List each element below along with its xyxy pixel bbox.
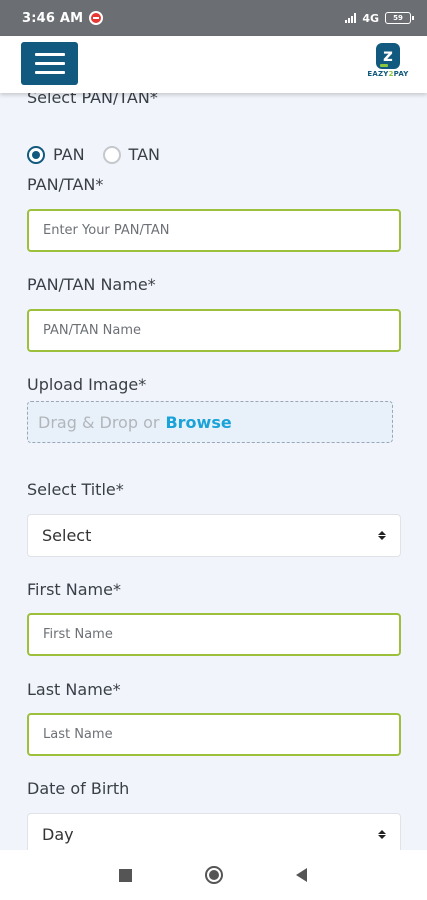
menu-line-icon (34, 71, 65, 74)
back-icon (296, 868, 307, 882)
status-indicators: 4G 59 (345, 11, 414, 25)
app-logo[interactable]: z EAZY2PAY (365, 43, 411, 87)
pan-tan-name-label: PAN/TAN Name* (27, 275, 156, 294)
select-pan-tan-label: Select PAN/TAN* (27, 93, 158, 107)
status-bar: 3:46 AM 4G 59 (0, 0, 427, 36)
upload-image-label: Upload Image* (27, 375, 147, 394)
network-type: 4G (362, 11, 379, 25)
logo-text: EAZY2PAY (367, 70, 409, 78)
browse-link[interactable]: Browse (165, 413, 231, 432)
recents-icon (119, 868, 132, 882)
select-arrows-icon (378, 531, 386, 540)
recents-button[interactable] (82, 850, 170, 900)
radio-pan-label[interactable]: PAN (53, 145, 85, 164)
radio-tan[interactable] (102, 145, 121, 164)
signal-icon (345, 13, 357, 23)
dob-label: Date of Birth (27, 779, 130, 798)
back-button[interactable] (258, 850, 346, 900)
select-arrows-icon (378, 830, 386, 839)
pan-tan-label: PAN/TAN* (27, 175, 104, 194)
dob-day-select[interactable]: Day (27, 813, 401, 850)
pan-tan-input[interactable] (27, 209, 401, 252)
first-name-input[interactable] (27, 613, 401, 656)
radio-pan[interactable] (27, 145, 45, 164)
home-button[interactable] (170, 850, 258, 900)
system-nav-bar (0, 850, 427, 900)
status-time: 3:46 AM (22, 10, 84, 26)
menu-line-icon (34, 62, 65, 65)
first-name-label: First Name* (27, 580, 121, 599)
last-name-input[interactable] (27, 713, 401, 756)
upload-text: Drag & Drop or (38, 412, 160, 432)
pan-tan-name-input[interactable] (27, 309, 401, 352)
pan-tan-radio-group: PAN TAN (27, 145, 178, 164)
battery-icon: 59 (385, 12, 414, 24)
form-area: Select PAN/TAN* PAN TAN PAN/TAN* PAN/TAN… (0, 93, 427, 850)
title-select[interactable]: Select (27, 514, 401, 557)
app-header: z EAZY2PAY (0, 36, 427, 93)
hamburger-menu-button[interactable] (21, 42, 78, 85)
logo-mark-icon: z (376, 43, 400, 69)
notification-badge-icon (89, 11, 104, 25)
last-name-label: Last Name* (27, 680, 121, 699)
dob-day-value: Day (42, 825, 74, 844)
menu-line-icon (34, 53, 65, 56)
radio-tan-label[interactable]: TAN (129, 145, 160, 164)
battery-level: 59 (393, 14, 403, 22)
title-select-value: Select (42, 526, 92, 545)
select-title-label: Select Title* (27, 480, 124, 499)
upload-dropzone[interactable]: Drag & Drop or Browse (27, 401, 393, 443)
home-icon (204, 866, 223, 884)
